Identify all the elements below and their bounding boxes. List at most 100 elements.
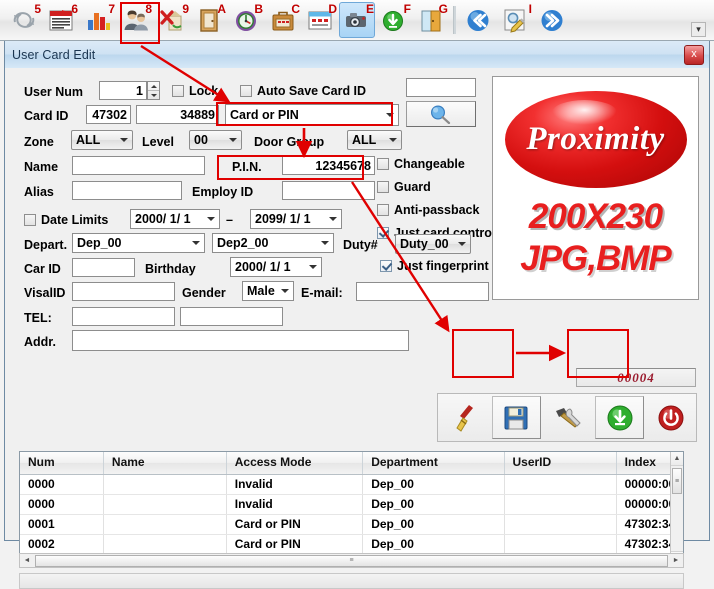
- birthday-select[interactable]: 2000/ 1/ 1: [230, 257, 322, 277]
- scroll-up-icon[interactable]: ▲: [671, 452, 683, 466]
- table-row[interactable]: 0001 Card or PIN Dep_00 47302:34: [20, 515, 683, 535]
- toolbar-button-exit-door[interactable]: G: [413, 2, 449, 38]
- name-input[interactable]: [72, 156, 205, 175]
- stepper-up-icon[interactable]: [148, 82, 159, 91]
- toolbar-overflow-button[interactable]: ▾: [691, 22, 706, 37]
- date-to-value: 2099/ 1/ 1: [255, 212, 311, 226]
- tools-button[interactable]: [543, 396, 593, 439]
- table-row[interactable]: 0000 Invalid Dep_00 00000:00: [20, 495, 683, 515]
- scroll-right-icon[interactable]: ►: [669, 554, 683, 567]
- scroll-left-icon[interactable]: ◄: [20, 554, 34, 567]
- guard-checkbox[interactable]: Guard: [377, 180, 431, 194]
- duty-select[interactable]: Duty_00: [395, 234, 471, 254]
- zone-select[interactable]: ALL: [71, 130, 133, 150]
- user-num-stepper[interactable]: [147, 81, 160, 100]
- search-input[interactable]: [406, 78, 476, 97]
- depart2-select[interactable]: Dep2_00: [212, 233, 334, 253]
- toolbar-button-user-card-edit[interactable]: 8: [117, 2, 153, 38]
- date-to-select[interactable]: 2099/ 1/ 1: [250, 209, 342, 229]
- visal-id-label: VisalID: [24, 286, 66, 300]
- clear-broom-button[interactable]: [440, 396, 490, 439]
- checkbox-box: [240, 85, 252, 97]
- door-group-select[interactable]: ALL: [347, 130, 402, 150]
- toolbar-letter: 5: [34, 2, 41, 16]
- just-fingerprint-label: Just fingerprint: [397, 259, 489, 273]
- column-header-access-mode[interactable]: Access Mode: [227, 452, 364, 474]
- toolbar-icon-group: 5 6 7 8 9 A B C D E F G I: [6, 2, 570, 38]
- photo-preview-panel[interactable]: Proximity 200X230 JPG,BMP: [492, 76, 699, 300]
- toolbar-button-timer-clock[interactable]: B: [228, 2, 264, 38]
- just-fingerprint-checkbox[interactable]: Just fingerprint: [380, 259, 489, 273]
- toolbar-button-briefcase-clock[interactable]: C: [265, 2, 301, 38]
- download-button[interactable]: [594, 396, 645, 439]
- depart-select[interactable]: Dep_00: [72, 233, 205, 253]
- column-header-num[interactable]: Num: [20, 452, 104, 474]
- card-id-input-2[interactable]: 34889: [136, 105, 219, 124]
- application-window: 5 6 7 8 9 A B C D E F G I ▾ User Card Ed…: [0, 0, 714, 589]
- lock-checkbox[interactable]: Lock: [172, 84, 218, 98]
- user-num-input[interactable]: 1: [99, 81, 147, 100]
- card-id-input-1[interactable]: 47302: [86, 105, 131, 124]
- chevron-down-icon: [389, 138, 397, 142]
- toolbar-separator: [453, 6, 456, 34]
- level-select[interactable]: 00: [189, 130, 242, 150]
- stepper-down-icon[interactable]: [148, 91, 159, 99]
- save-button[interactable]: [491, 396, 542, 439]
- horizontal-scroll-thumb[interactable]: ≡: [35, 554, 668, 567]
- auto-save-card-id-checkbox[interactable]: Auto Save Card ID: [240, 84, 366, 98]
- toolbar-button-search-edit[interactable]: I: [497, 2, 533, 38]
- toolbar-button-rewind[interactable]: [460, 2, 496, 38]
- addr-input[interactable]: [72, 330, 409, 351]
- cell-num: 0000: [20, 495, 104, 514]
- car-id-input[interactable]: [72, 258, 135, 277]
- table-row[interactable]: 0000 Invalid Dep_00 00000:00: [20, 475, 683, 495]
- toolbar-button-door[interactable]: A: [191, 2, 227, 38]
- cell-access-mode: Invalid: [227, 495, 364, 514]
- tel-input-1[interactable]: [72, 307, 175, 326]
- column-header-name[interactable]: Name: [104, 452, 227, 474]
- employ-id-input[interactable]: [282, 181, 375, 200]
- pin-label: P.I.N.: [232, 160, 262, 174]
- toolbar-button-refresh-sync[interactable]: 5: [6, 2, 42, 38]
- toolbar-button-forward[interactable]: [534, 2, 570, 38]
- chevron-down-icon: [329, 217, 337, 221]
- chevron-down-icon: [386, 113, 394, 117]
- exit-button[interactable]: [646, 396, 696, 439]
- toolbar-letter: 9: [182, 2, 189, 16]
- cell-department: Dep_00: [363, 535, 505, 554]
- search-button[interactable]: [406, 101, 476, 127]
- email-input[interactable]: [356, 282, 489, 301]
- date-from-select[interactable]: 2000/ 1/ 1: [130, 209, 220, 229]
- tel-input-2[interactable]: [180, 307, 283, 326]
- toolbar-button-camera[interactable]: E: [339, 2, 375, 38]
- table-row[interactable]: 0002 Card or PIN Dep_00 47302:34: [20, 535, 683, 555]
- toolbar-button-delete-user[interactable]: 9: [154, 2, 190, 38]
- zone-value: ALL: [76, 133, 101, 147]
- toolbar-button-schedule-table[interactable]: D: [302, 2, 338, 38]
- vertical-scroll-thumb[interactable]: ≡: [672, 468, 682, 494]
- toolbar-button-download[interactable]: F: [376, 2, 412, 38]
- pin-input[interactable]: 12345678: [282, 156, 375, 175]
- close-icon[interactable]: x: [684, 45, 704, 65]
- cell-department: Dep_00: [363, 475, 505, 494]
- chevron-down-icon: [207, 217, 215, 221]
- table-horizontal-scrollbar[interactable]: ◄ ≡ ►: [19, 553, 684, 568]
- column-header-department[interactable]: Department: [363, 452, 505, 474]
- record-counter: 00004: [576, 368, 696, 387]
- gender-select[interactable]: Male: [242, 281, 294, 301]
- date-from-value: 2000/ 1/ 1: [135, 212, 191, 226]
- anti-passback-checkbox[interactable]: Anti-passback: [377, 203, 479, 217]
- visal-id-input[interactable]: [72, 282, 175, 301]
- user-card-edit-window: User Card Edit x User Num 1 Lock Auto Sa…: [4, 41, 710, 589]
- table-vertical-scrollbar[interactable]: ▲ ≡ ▼: [670, 452, 683, 565]
- date-limits-checkbox[interactable]: Date Limits: [24, 213, 108, 227]
- toolbar-button-calendar[interactable]: 6: [43, 2, 79, 38]
- auto-save-label: Auto Save Card ID: [257, 84, 367, 98]
- alias-input[interactable]: [72, 181, 182, 200]
- cell-access-mode: Card or PIN: [227, 535, 364, 554]
- access-mode-select[interactable]: Card or PIN: [225, 104, 399, 126]
- column-header-userid[interactable]: UserID: [505, 452, 617, 474]
- toolbar-button-bar-chart[interactable]: 7: [80, 2, 116, 38]
- duty-value: Duty_00: [400, 237, 449, 251]
- changeable-checkbox[interactable]: Changeable: [377, 157, 465, 171]
